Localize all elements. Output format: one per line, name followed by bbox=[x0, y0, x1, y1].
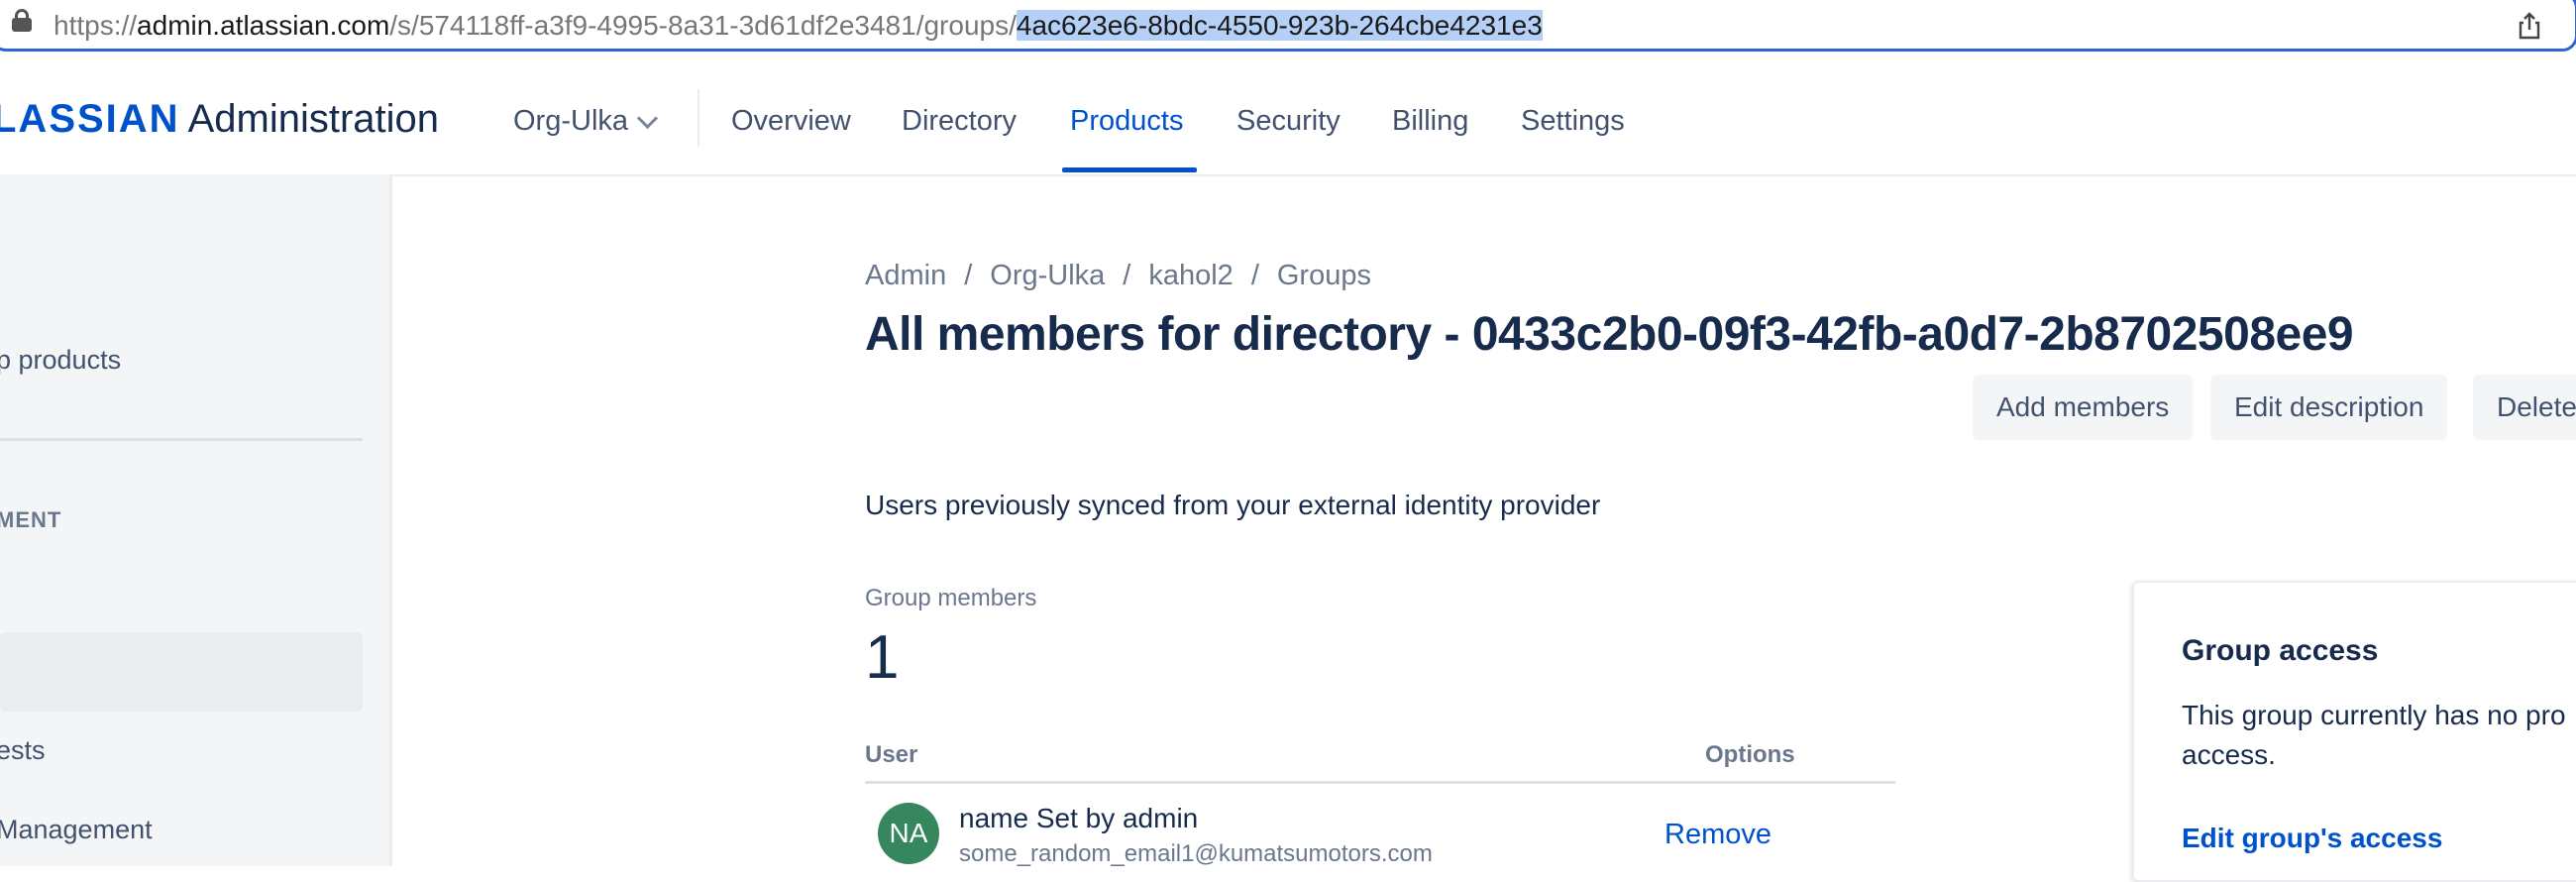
breadcrumb-org[interactable]: Org-Ulka bbox=[990, 260, 1105, 291]
top-navigation: LASSIAN Administration Org-Ulka Overview … bbox=[0, 54, 2576, 176]
url-path: /s/574118ff-a3f9-4995-8a31-3d61df2e3481/… bbox=[389, 10, 1017, 41]
breadcrumb: Admin / Org-Ulka / kahol2 / Groups bbox=[865, 260, 1371, 292]
sidebar-item-selected[interactable] bbox=[0, 632, 363, 712]
tab-billing[interactable]: Billing bbox=[1392, 105, 1468, 138]
edit-group-access-link[interactable]: Edit group's access bbox=[2182, 823, 2442, 854]
breadcrumb-groups[interactable]: Groups bbox=[1277, 260, 1371, 291]
add-members-button[interactable]: Add members bbox=[1973, 375, 2194, 440]
tab-products[interactable]: Products bbox=[1070, 105, 1183, 138]
sidebar: p products MENT ests Management bbox=[0, 174, 392, 866]
column-header-user: User bbox=[865, 741, 918, 768]
user-name[interactable]: name Set by admin bbox=[959, 803, 1198, 834]
sidebar-divider bbox=[0, 438, 363, 441]
group-description: Users previously synced from your extern… bbox=[865, 490, 1601, 520]
lock-icon bbox=[12, 9, 32, 32]
active-tab-indicator bbox=[1062, 167, 1197, 172]
group-members-label: Group members bbox=[865, 585, 1037, 611]
members-table-header: User Options bbox=[865, 737, 1895, 784]
sidebar-item-management[interactable]: Management bbox=[0, 815, 153, 845]
sidebar-section-heading: MENT bbox=[0, 507, 62, 532]
chevron-down-icon bbox=[636, 107, 659, 130]
group-access-card: Group access This group currently has no… bbox=[2132, 581, 2576, 882]
group-members-count: 1 bbox=[865, 623, 900, 692]
org-name: Org-Ulka bbox=[513, 105, 629, 137]
sidebar-item-requests[interactable]: ests bbox=[0, 735, 46, 766]
breadcrumb-admin[interactable]: Admin bbox=[865, 260, 946, 291]
group-access-text-line1: This group currently has no pro bbox=[2182, 700, 2566, 730]
tab-directory[interactable]: Directory bbox=[902, 105, 1017, 138]
edit-description-button[interactable]: Edit description bbox=[2210, 375, 2448, 440]
logo-wordmark: LASSIAN bbox=[0, 97, 180, 141]
user-email: some_random_email1@kumatsumotors.com bbox=[959, 840, 1433, 867]
breadcrumb-separator: / bbox=[1123, 260, 1131, 291]
url-host: admin.atlassian.com bbox=[137, 10, 390, 41]
tab-settings[interactable]: Settings bbox=[1521, 105, 1625, 138]
app-name: Administration bbox=[187, 97, 440, 141]
group-access-text-line2: access. bbox=[2182, 739, 2276, 770]
url-prefix: https:// bbox=[54, 10, 138, 41]
org-switcher[interactable]: Org-Ulka bbox=[513, 105, 659, 138]
breadcrumb-directory[interactable]: kahol2 bbox=[1148, 260, 1233, 291]
nav-divider bbox=[698, 89, 699, 147]
avatar: NA bbox=[878, 803, 939, 864]
page-title: All members for directory - 0433c2b0-09f… bbox=[865, 308, 2354, 361]
tab-security[interactable]: Security bbox=[1236, 105, 1341, 138]
group-access-text: This group currently has no pro access. bbox=[2182, 696, 2576, 775]
url-text[interactable]: https://admin.atlassian.com/s/574118ff-a… bbox=[54, 10, 1543, 42]
sidebar-item-products[interactable]: p products bbox=[0, 345, 121, 376]
remove-member-link[interactable]: Remove bbox=[1664, 819, 1771, 851]
breadcrumb-separator: / bbox=[964, 260, 973, 291]
delete-button[interactable]: Delete bbox=[2473, 375, 2576, 440]
column-header-options: Options bbox=[1705, 741, 1795, 768]
url-selected-segment: 4ac623e6-8bdc-4550-923b-264cbe4231e3 bbox=[1016, 10, 1543, 41]
breadcrumb-separator: / bbox=[1250, 260, 1259, 291]
group-access-title: Group access bbox=[2182, 634, 2379, 667]
atlassian-logo[interactable]: LASSIAN Administration bbox=[0, 97, 439, 142]
share-icon[interactable] bbox=[2514, 10, 2545, 42]
browser-url-bar[interactable]: https://admin.atlassian.com/s/574118ff-a… bbox=[0, 0, 2576, 54]
tab-overview[interactable]: Overview bbox=[731, 105, 851, 138]
